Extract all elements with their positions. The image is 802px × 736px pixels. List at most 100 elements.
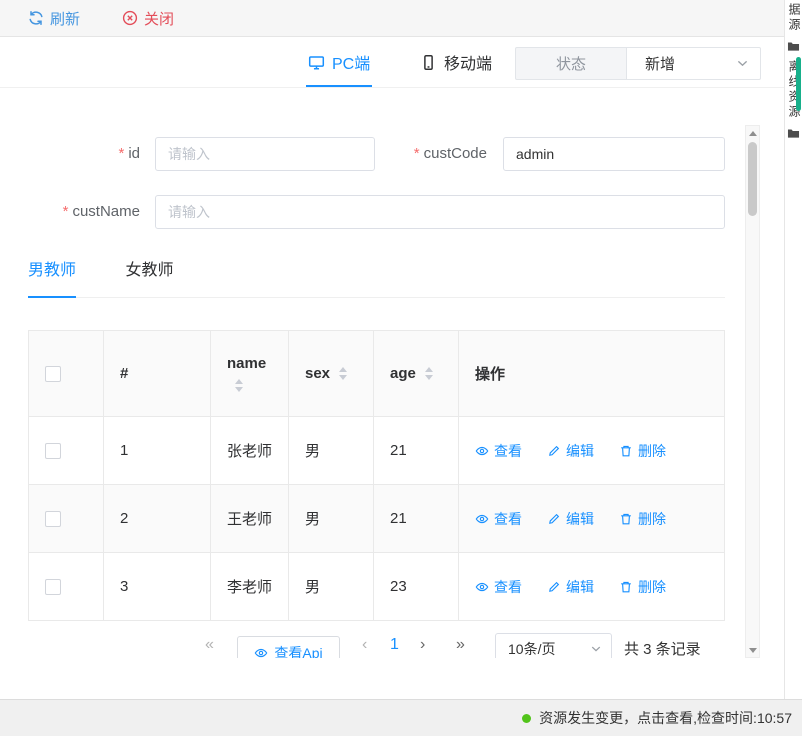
cell-age: 23: [374, 553, 459, 621]
view-api-label: 查看Api: [274, 643, 322, 658]
teacher-table: # name sex age 操作 1 张老师 男 21 查看: [28, 330, 725, 621]
row-checkbox[interactable]: [45, 443, 61, 459]
chevron-down-icon: [737, 60, 748, 67]
current-page[interactable]: 1: [390, 635, 399, 655]
table-header-row: # name sex age 操作: [29, 331, 725, 417]
status-bar: 资源发生变更，点击查看,检查时间:10:57: [0, 699, 802, 736]
trash-icon: [619, 444, 633, 458]
action-select-value: 新增: [645, 53, 675, 74]
next-page-button[interactable]: ›: [420, 635, 425, 655]
view-api-button[interactable]: 查看Api: [237, 636, 340, 658]
col-header-actions: 操作: [459, 331, 725, 417]
cell-index: 1: [104, 417, 211, 485]
edit-button[interactable]: 编辑: [547, 577, 594, 597]
edit-button[interactable]: 编辑: [547, 509, 594, 529]
monitor-icon: [308, 54, 325, 71]
cell-sex: 男: [289, 417, 374, 485]
tab-female-teacher[interactable]: 女教师: [125, 260, 173, 296]
folder-icon[interactable]: [787, 127, 800, 140]
teacher-tabs: 男教师 女教师: [28, 260, 725, 298]
col-header-sex: sex: [289, 331, 374, 417]
col-header-name: name: [211, 331, 289, 417]
sort-icons[interactable]: [339, 367, 347, 380]
trash-icon: [619, 580, 633, 594]
id-input[interactable]: [155, 137, 375, 171]
view-tabbar: PC端 移动端 状态 新增: [0, 37, 784, 88]
required-mark: *: [118, 145, 124, 162]
refresh-label: 刷新: [50, 8, 80, 29]
table-row: 1 张老师 男 21 查看 编辑 删除: [29, 417, 725, 485]
required-mark: *: [414, 145, 420, 162]
eye-icon: [254, 646, 268, 658]
last-page-button[interactable]: »: [456, 635, 465, 655]
scroll-up-icon[interactable]: [746, 126, 759, 140]
tab-mobile-label: 移动端: [444, 50, 492, 74]
sort-icons[interactable]: [425, 367, 433, 380]
cell-index: 2: [104, 485, 211, 553]
vertical-scrollbar[interactable]: [745, 125, 760, 658]
close-label: 关闭: [144, 8, 174, 29]
tab-pc-label: PC端: [332, 50, 370, 74]
col-header-index: #: [104, 331, 211, 417]
status-action-group: 状态 新增: [515, 47, 761, 80]
scrollbar-thumb[interactable]: [748, 142, 757, 216]
rail-scroll-indicator[interactable]: [796, 57, 801, 111]
action-select[interactable]: 新增: [627, 47, 761, 80]
cell-name: 王老师: [211, 485, 289, 553]
page-size-value: 10条/页: [508, 639, 555, 658]
chevron-down-icon: [591, 646, 601, 652]
rail-datasource-label[interactable]: 据源: [786, 3, 801, 33]
edit-button[interactable]: 编辑: [547, 441, 594, 461]
mobile-icon: [420, 54, 437, 71]
top-toolbar: 刷新 关闭: [0, 0, 784, 37]
row-checkbox[interactable]: [45, 579, 61, 595]
required-mark: *: [63, 203, 69, 220]
tab-male-teacher[interactable]: 男教师: [28, 260, 76, 298]
row-checkbox[interactable]: [45, 511, 61, 527]
page-size-select[interactable]: 10条/页: [495, 633, 612, 658]
cell-index: 3: [104, 553, 211, 621]
tab-mobile[interactable]: 移动端: [420, 37, 492, 87]
edit-icon: [547, 444, 561, 458]
sort-icons[interactable]: [235, 379, 243, 392]
delete-button[interactable]: 删除: [619, 577, 666, 597]
total-records-label: 共 3 条记录: [624, 638, 701, 658]
view-button[interactable]: 查看: [475, 509, 522, 529]
delete-button[interactable]: 删除: [619, 509, 666, 529]
trash-icon: [619, 512, 633, 526]
folder-icon[interactable]: [787, 40, 800, 53]
custcode-input[interactable]: [503, 137, 725, 171]
cell-age: 21: [374, 417, 459, 485]
cell-name: 张老师: [211, 417, 289, 485]
prev-page-button[interactable]: ‹: [362, 635, 367, 655]
right-rail: 据源 离线资源: [784, 0, 802, 699]
select-all-checkbox[interactable]: [45, 366, 61, 382]
cell-sex: 男: [289, 553, 374, 621]
delete-button[interactable]: 删除: [619, 441, 666, 461]
eye-icon: [475, 512, 489, 526]
col-header-age: age: [374, 331, 459, 417]
cell-age: 21: [374, 485, 459, 553]
scroll-down-icon[interactable]: [746, 643, 759, 657]
view-button[interactable]: 查看: [475, 577, 522, 597]
table-row: 2 王老师 男 21 查看 编辑 删除: [29, 485, 725, 553]
pagination: « ‹ 1 › » 查看Api 10条/页 共 3 条记录: [28, 630, 725, 658]
first-page-button[interactable]: «: [205, 635, 214, 655]
status-message[interactable]: 资源发生变更，点击查看,检查时间:10:57: [539, 708, 792, 728]
cell-sex: 男: [289, 485, 374, 553]
close-button[interactable]: 关闭: [122, 8, 174, 29]
col-header-checkbox: [29, 331, 104, 417]
edit-icon: [547, 512, 561, 526]
status-dot: [522, 714, 531, 723]
view-button[interactable]: 查看: [475, 441, 522, 461]
refresh-button[interactable]: 刷新: [28, 8, 80, 29]
edit-icon: [547, 580, 561, 594]
table-row: 3 李老师 男 23 查看 编辑 删除: [29, 553, 725, 621]
id-field-label: *id: [40, 137, 140, 171]
custcode-field-label: *custCode: [380, 137, 487, 171]
cell-name: 李老师: [211, 553, 289, 621]
tab-pc[interactable]: PC端: [308, 37, 370, 87]
status-addon[interactable]: 状态: [515, 47, 627, 80]
refresh-icon: [28, 10, 44, 26]
custname-input[interactable]: [155, 195, 725, 229]
